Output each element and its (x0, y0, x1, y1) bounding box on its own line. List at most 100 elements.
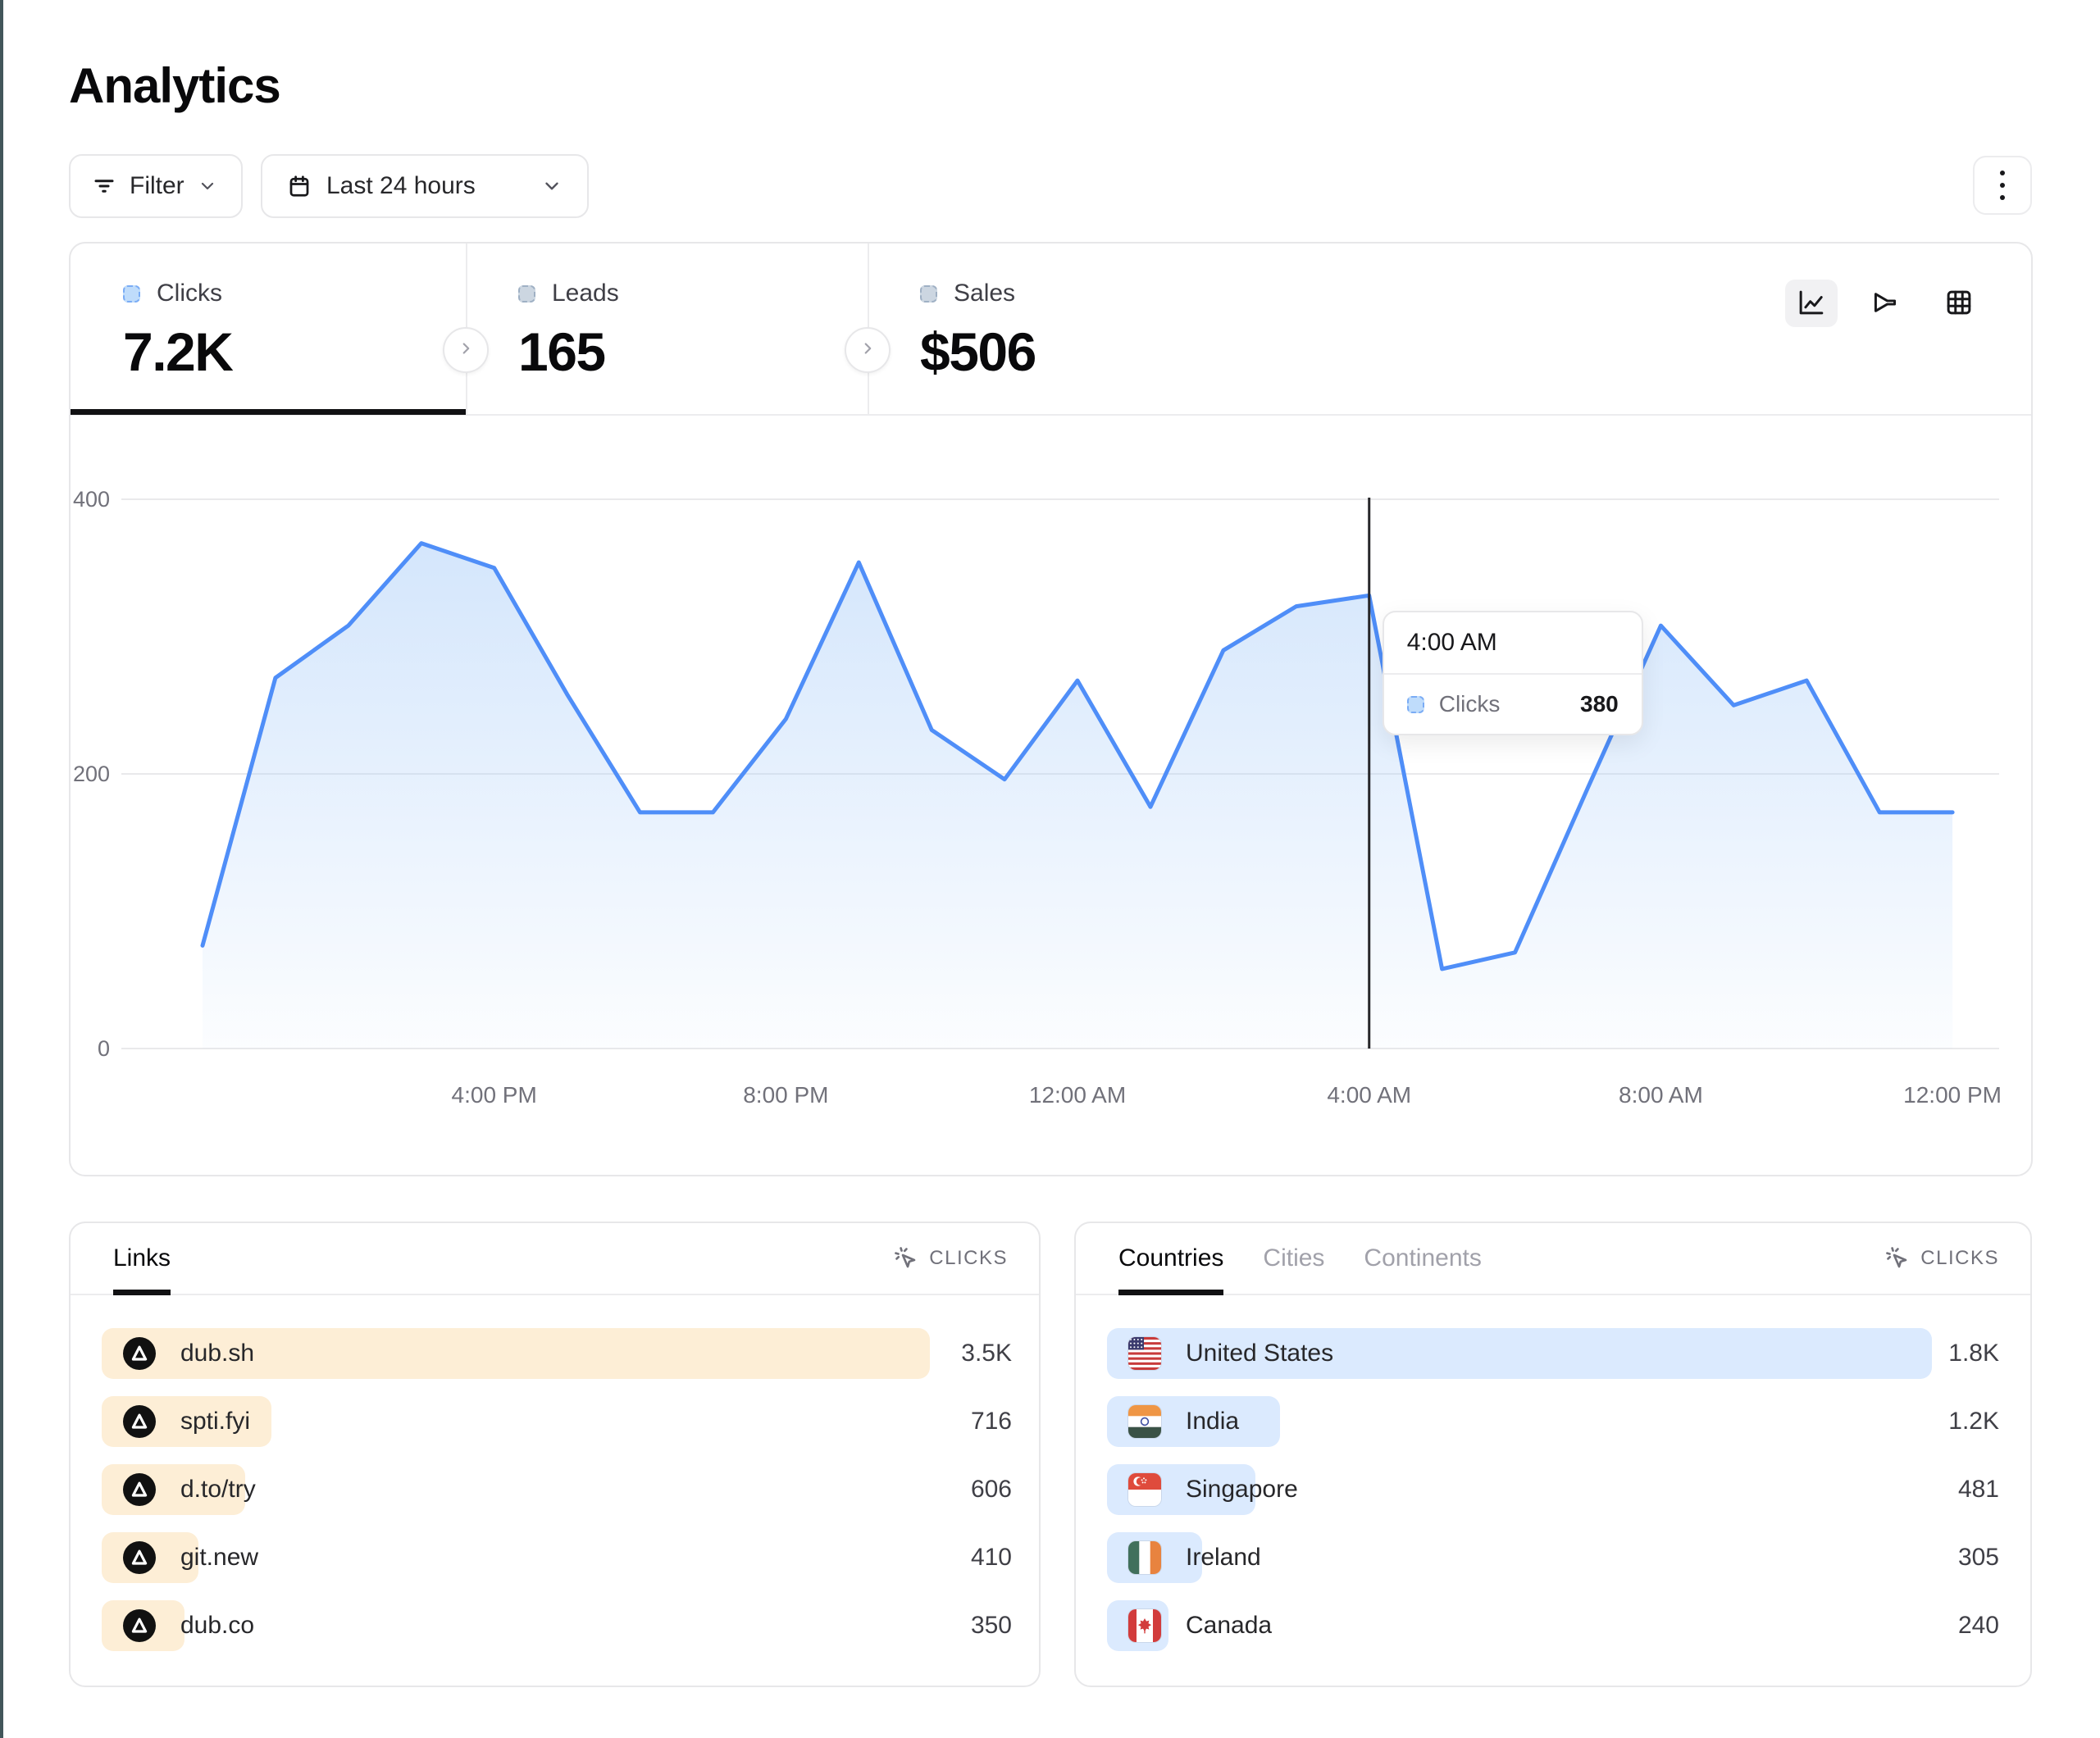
more-options-button[interactable] (1973, 156, 2032, 215)
link-row-spti-fyi[interactable]: spti.fyi 716 (102, 1396, 1039, 1447)
chevron-down-icon (541, 175, 563, 197)
filter-icon (92, 174, 116, 198)
dub-logo-icon (123, 1541, 156, 1574)
stat-value: $506 (920, 321, 1770, 383)
stats-header: Clicks 7.2K Leads 165 Sales $506 (71, 243, 2031, 416)
active-stat-underline (71, 409, 466, 415)
stat-tab-clicks[interactable]: Clicks 7.2K (71, 243, 466, 416)
stat-label: Sales (954, 280, 1015, 307)
chevron-right-icon (457, 339, 475, 362)
chevron-down-icon (198, 176, 217, 196)
row-value: 350 (971, 1600, 1012, 1651)
row-value: 3.5K (961, 1328, 1012, 1379)
stat-tab-leads[interactable]: Leads 165 (466, 243, 868, 416)
expand-stat-button[interactable] (845, 327, 891, 373)
geo-tab-countries[interactable]: Countries (1118, 1223, 1223, 1295)
links-metric-label: CLICKS (929, 1247, 1008, 1270)
row-label: Singapore (1186, 1476, 1298, 1504)
y-axis-tick: 0 (98, 1036, 110, 1061)
flag-sg-icon (1128, 1473, 1161, 1506)
row-label: United States (1186, 1340, 1333, 1367)
stat-value: 165 (518, 321, 868, 383)
geo-tab-cities[interactable]: Cities (1263, 1223, 1324, 1295)
row-label: Canada (1186, 1612, 1272, 1640)
row-value: 606 (971, 1464, 1012, 1515)
analytics-page: Analytics Filter Last 24 hours Clicks 7.2… (0, 0, 2100, 1738)
flag-ie-icon (1128, 1541, 1161, 1574)
date-range-label: Last 24 hours (326, 172, 476, 200)
stat-value: 7.2K (123, 321, 466, 383)
x-axis-tick: 12:00 AM (1029, 1082, 1126, 1108)
row-label: Ireland (1186, 1544, 1261, 1572)
series-marker-icon (920, 285, 937, 303)
country-row-india[interactable]: India 1.2K (1107, 1396, 2030, 1447)
y-axis-tick: 400 (73, 487, 110, 512)
kebab-icon (2000, 171, 2005, 200)
expand-stat-button[interactable] (443, 327, 489, 373)
line-chart-icon (1797, 288, 1826, 320)
country-row-ireland[interactable]: Ireland 305 (1107, 1532, 2030, 1583)
link-row-dub-co[interactable]: dub.co 350 (102, 1600, 1039, 1651)
row-label: India (1186, 1408, 1239, 1435)
country-row-canada[interactable]: Canada 240 (1107, 1600, 2030, 1651)
row-value: 240 (1958, 1600, 1999, 1651)
geo-tab-continents[interactable]: Continents (1364, 1223, 1481, 1295)
flag-in-icon (1128, 1405, 1161, 1438)
link-row-d-to-try[interactable]: d.to/try 606 (102, 1464, 1039, 1515)
page-title: Analytics (69, 57, 280, 114)
tooltip-series-label: Clicks (1439, 691, 1565, 717)
row-label: dub.sh (180, 1340, 254, 1367)
y-axis-tick: 200 (73, 762, 110, 786)
row-value: 1.2K (1948, 1396, 1999, 1447)
row-value: 305 (1958, 1532, 1999, 1583)
stat-label: Leads (552, 280, 619, 307)
series-marker-icon (518, 285, 535, 303)
row-value: 410 (971, 1532, 1012, 1583)
series-marker-icon (1407, 696, 1424, 713)
clicks-chart[interactable]: 0 200 400 4:00 PM 8:00 PM 12:00 AM 4:00 AM 8:00… (71, 416, 2031, 1176)
row-label: spti.fyi (180, 1408, 250, 1435)
link-row-dub-sh[interactable]: dub.sh 3.5K (102, 1328, 1039, 1379)
dub-logo-icon (123, 1609, 156, 1642)
geo-panel-header: Countries Cities Continents CLICKS (1076, 1223, 2030, 1295)
x-axis-tick: 8:00 AM (1619, 1082, 1703, 1108)
chevron-right-icon (859, 339, 877, 362)
date-range-button[interactable]: Last 24 hours (261, 154, 589, 218)
row-label: git.new (180, 1544, 258, 1572)
row-value: 1.8K (1948, 1328, 1999, 1379)
row-value: 716 (971, 1396, 1012, 1447)
link-row-git-new[interactable]: git.new 410 (102, 1532, 1039, 1583)
row-label: d.to/try (180, 1476, 256, 1504)
filter-button-label: Filter (130, 172, 184, 200)
funnel-chart-icon (1870, 288, 1900, 320)
x-axis-tick: 8:00 PM (743, 1082, 828, 1108)
x-axis-tick: 4:00 AM (1327, 1082, 1411, 1108)
country-row-singapore[interactable]: Singapore 481 (1107, 1464, 2030, 1515)
area-fill (203, 544, 1952, 1049)
links-tab-links[interactable]: Links (113, 1223, 171, 1295)
geo-metric-label: CLICKS (1920, 1247, 1999, 1270)
analytics-card: Clicks 7.2K Leads 165 Sales $506 0 200 400 4:00 … (69, 242, 2033, 1176)
chart-view-toggle (1785, 280, 1985, 327)
tooltip-value: 380 (1580, 691, 1619, 717)
dub-logo-icon (123, 1473, 156, 1506)
tooltip-time: 4:00 AM (1384, 612, 1642, 675)
table-grid-icon (1944, 288, 1974, 320)
links-panel-header: Links CLICKS (71, 1223, 1039, 1295)
row-value: 481 (1958, 1464, 1999, 1515)
series-marker-icon (123, 285, 140, 303)
filter-button[interactable]: Filter (69, 154, 243, 218)
dub-logo-icon (123, 1405, 156, 1438)
table-grid-view-button[interactable] (1933, 280, 1985, 327)
funnel-chart-view-button[interactable] (1859, 280, 1911, 327)
row-label: dub.co (180, 1612, 254, 1640)
geo-panel: Countries Cities Continents CLICKS United … (1074, 1222, 2032, 1687)
x-axis-tick: 12:00 PM (1903, 1082, 2002, 1108)
stat-tab-sales[interactable]: Sales $506 (868, 243, 1770, 416)
cursor-click-icon (893, 1245, 919, 1272)
line-chart-view-button[interactable] (1785, 280, 1838, 327)
x-axis-tick: 4:00 PM (452, 1082, 537, 1108)
stat-label: Clicks (157, 280, 222, 307)
dub-logo-icon (123, 1337, 156, 1370)
country-row-united-states[interactable]: United States 1.8K (1107, 1328, 2030, 1379)
